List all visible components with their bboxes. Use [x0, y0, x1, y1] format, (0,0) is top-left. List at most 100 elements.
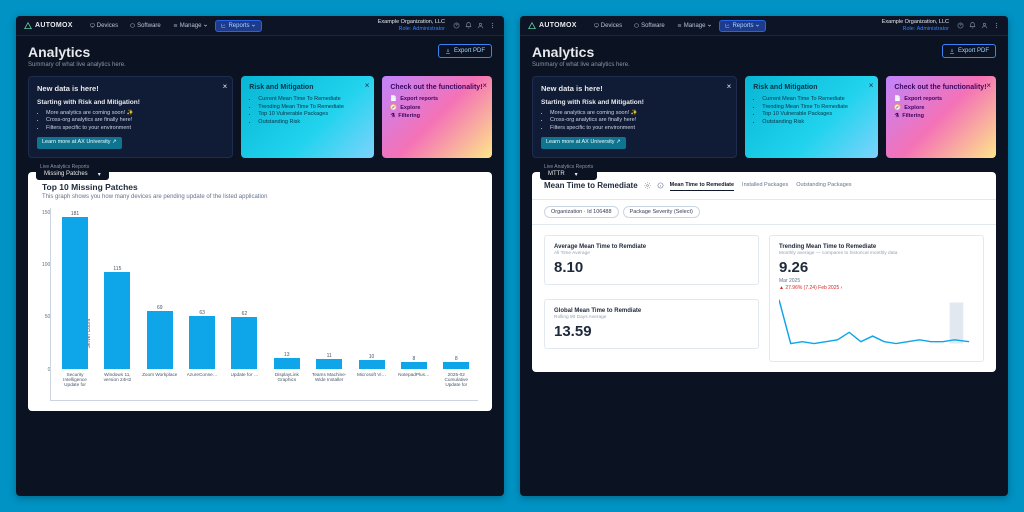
- close-icon[interactable]: ×: [365, 80, 370, 91]
- nav-manage[interactable]: Manage: [672, 20, 718, 32]
- promo-new-data: × New data is here!Starting with Risk an…: [28, 76, 233, 157]
- nav-devices[interactable]: Devices: [85, 20, 123, 32]
- chevron-down-icon: ▾: [575, 171, 578, 178]
- filter-icon: ⚗: [894, 113, 899, 121]
- package-icon: [130, 23, 135, 28]
- promo-risk: × Risk and Mitigation Current Mean Time …: [745, 76, 878, 157]
- nav-manage[interactable]: Manage: [168, 20, 214, 32]
- filter-severity[interactable]: Package Severity (Select): [623, 206, 700, 218]
- mttr-panel: Live Analytics ReportsMTTR▾ Mean Time to…: [532, 172, 996, 372]
- tab-mttr[interactable]: Mean Time to Remediate: [670, 180, 734, 191]
- filters: Organization · Id 106488 Package Severit…: [532, 200, 996, 225]
- report-select[interactable]: MTTR▾: [544, 170, 593, 179]
- export-icon: 📄: [894, 96, 901, 104]
- filter-org[interactable]: Organization · Id 106488: [544, 206, 619, 218]
- org-info: Example Organization, LLCRole: Administr…: [378, 19, 445, 32]
- promo-cards: × New data is here!Starting with Risk an…: [28, 76, 492, 157]
- promo-new-data: × New data is here!Starting with Risk an…: [532, 76, 737, 157]
- package-icon: [634, 23, 639, 28]
- promo-functionality: × Check out the functionality! 📄Export r…: [886, 76, 996, 157]
- promo-functionality: × Check out the functionality! 📄Export r…: [382, 76, 492, 157]
- nav-reports[interactable]: Reports: [719, 20, 766, 32]
- bar-column: 8NotepadPlus…: [394, 210, 433, 400]
- panel-title: Mean Time to Remediate: [544, 181, 638, 190]
- bar-column: 11Teams Machine-Wide Installer: [310, 210, 349, 400]
- nav-devices[interactable]: Devices: [589, 20, 627, 32]
- metric-trending: Trending Mean Time to RemediateMonthly a…: [769, 235, 984, 362]
- close-icon[interactable]: ×: [986, 80, 991, 91]
- filter-icon: ⚗: [390, 113, 395, 121]
- chevron-down-icon: [251, 23, 256, 28]
- chevron-down-icon: ▾: [98, 171, 101, 178]
- learn-more-link[interactable]: Learn more at AX University ↗: [37, 137, 122, 149]
- list-icon: [173, 23, 178, 28]
- monitor-icon: [594, 23, 599, 28]
- export-icon: 📄: [390, 96, 397, 104]
- page-title: Analytics: [28, 44, 126, 60]
- chart-icon: [725, 23, 730, 28]
- page-subtitle: Summary of what live analytics here.: [532, 62, 630, 68]
- user-icon[interactable]: [981, 22, 988, 29]
- more-icon[interactable]: [993, 22, 1000, 29]
- close-icon[interactable]: ×: [869, 80, 874, 91]
- bar-column: 13DisplayLink Graphics: [267, 210, 306, 400]
- list-icon: [677, 23, 682, 28]
- more-icon[interactable]: [489, 22, 496, 29]
- y-axis-ticks: 150100500: [42, 208, 50, 401]
- help-icon[interactable]: [957, 22, 964, 29]
- chevron-down-icon: [755, 23, 760, 28]
- settings-icon[interactable]: [644, 182, 651, 189]
- tab-installed[interactable]: Installed Packages: [742, 180, 788, 191]
- bar-column: 63AzureConne…: [182, 210, 221, 400]
- nav-software[interactable]: Software: [125, 20, 166, 32]
- bell-icon[interactable]: [465, 22, 472, 29]
- bar-column: 69Zoom Workplace: [140, 210, 179, 400]
- topbar: AUTOMOX Devices Software Manage Reports …: [16, 16, 504, 36]
- brand-logo: AUTOMOX: [24, 22, 73, 30]
- page-title: Analytics: [532, 44, 630, 60]
- bar-column: 62Update for …: [225, 210, 264, 400]
- page-subtitle: Summary of what live analytics here.: [28, 62, 126, 68]
- chevron-down-icon: [203, 23, 208, 28]
- analytics-window-right: AUTOMOX Devices Software Manage Reports …: [520, 16, 1008, 496]
- export-pdf-button[interactable]: Export PDF: [438, 44, 492, 58]
- bar-column: 10Microsoft Vi…: [352, 210, 391, 400]
- bar-chart: 181Security Intelligence Update for115Wi…: [50, 208, 478, 401]
- learn-more-link[interactable]: Learn more at AX University ↗: [541, 137, 626, 149]
- report-select[interactable]: Missing Patches▾: [40, 170, 105, 179]
- chart-subtitle: This graph shows you how many devices ar…: [42, 194, 478, 200]
- sparkline: [779, 295, 974, 351]
- topbar: AUTOMOX Devices Software Manage Reports …: [520, 16, 1008, 36]
- bar-column: 115Windows 11, version 24H2: [98, 210, 137, 400]
- bar-column: 82025-02 Cumulative Update for: [437, 210, 476, 400]
- bar-column: 181Security Intelligence Update for: [55, 210, 94, 400]
- chart-panel: Live Analytics ReportsMissing Patches▾ T…: [28, 172, 492, 411]
- close-icon[interactable]: ×: [223, 81, 228, 92]
- promo-risk: × Risk and Mitigation Current Mean Time …: [241, 76, 374, 157]
- org-info: Example Organization, LLCRole: Administr…: [882, 19, 949, 32]
- download-icon: [949, 48, 955, 54]
- brand-logo: AUTOMOX: [528, 22, 577, 30]
- chart-icon: [221, 23, 226, 28]
- tab-outstanding[interactable]: Outstanding Packages: [796, 180, 851, 191]
- chart-title: Top 10 Missing Patches: [42, 182, 478, 192]
- download-icon: [445, 48, 451, 54]
- nav-software[interactable]: Software: [629, 20, 670, 32]
- analytics-window-left: AUTOMOX Devices Software Manage Reports …: [16, 16, 504, 496]
- monitor-icon: [90, 23, 95, 28]
- user-icon[interactable]: [477, 22, 484, 29]
- close-icon[interactable]: ×: [727, 81, 732, 92]
- promo-cards: × New data is here!Starting with Risk an…: [532, 76, 996, 157]
- export-pdf-button[interactable]: Export PDF: [942, 44, 996, 58]
- compass-icon: 🧭: [894, 105, 901, 113]
- bell-icon[interactable]: [969, 22, 976, 29]
- help-icon[interactable]: [453, 22, 460, 29]
- chevron-down-icon: [707, 23, 712, 28]
- info-icon[interactable]: [657, 182, 664, 189]
- metric-average: Average Mean Time to RemdiateAll Time Av…: [544, 235, 759, 285]
- compass-icon: 🧭: [390, 105, 397, 113]
- nav-reports[interactable]: Reports: [215, 20, 262, 32]
- metric-global: Global Mean Time to RemdiateRolling 90 D…: [544, 299, 759, 349]
- tabs: Mean Time to Remediate Installed Package…: [670, 180, 852, 191]
- close-icon[interactable]: ×: [482, 80, 487, 91]
